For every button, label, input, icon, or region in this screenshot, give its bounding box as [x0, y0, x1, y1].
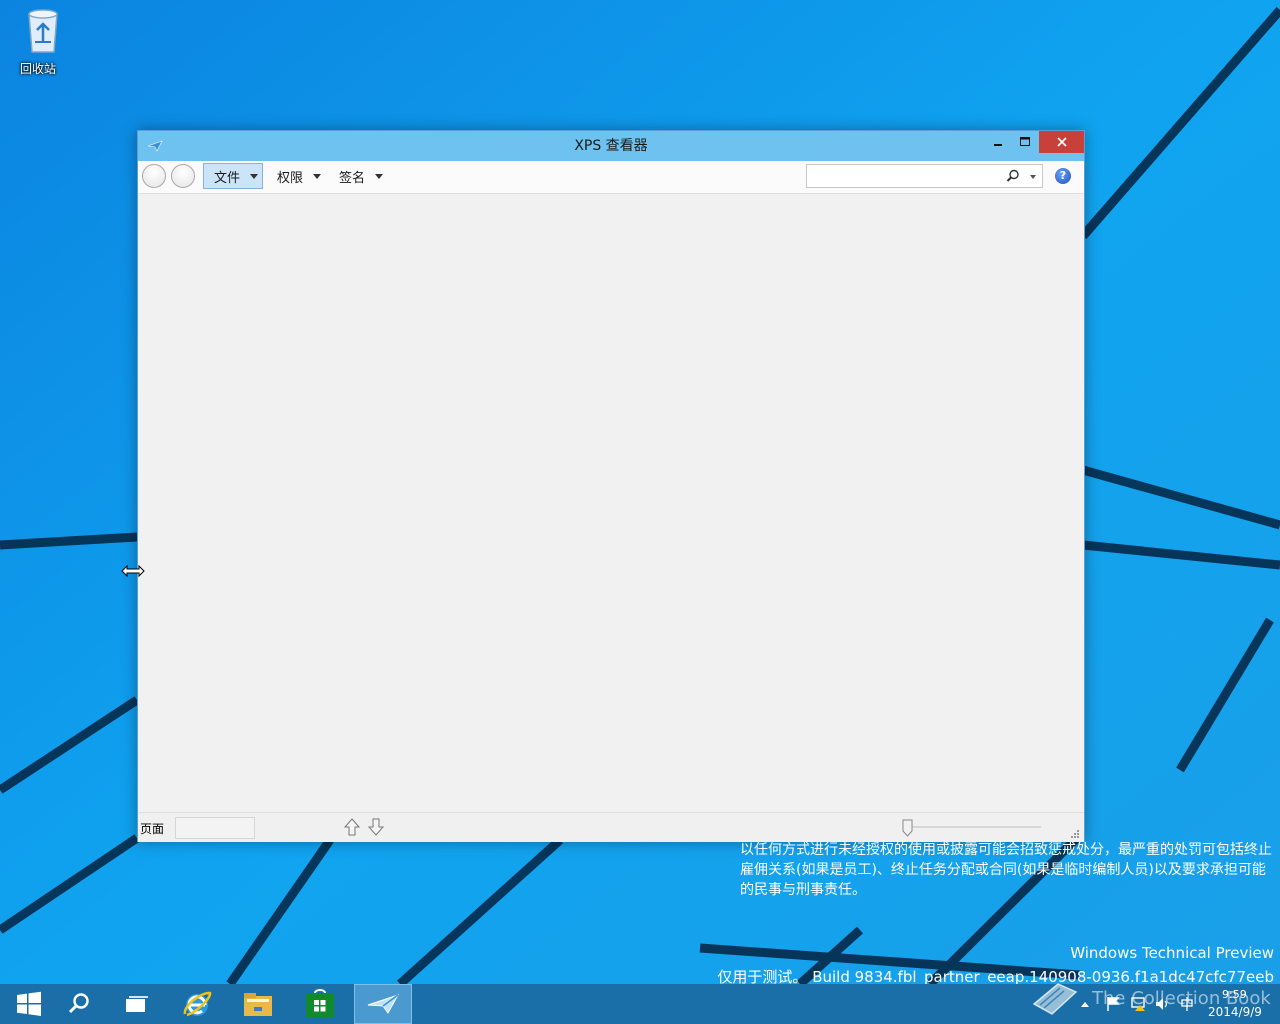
internet-explorer-button[interactable] [168, 984, 226, 1024]
search-box [806, 164, 1043, 188]
minimize-button[interactable] [986, 131, 1010, 153]
search-input[interactable] [809, 167, 1003, 187]
chevron-down-icon [313, 173, 322, 179]
xps-viewer-taskbar-button[interactable] [354, 984, 412, 1024]
recycle-bin-shortcut[interactable]: 回收站 [8, 6, 68, 77]
taskbar-search-button[interactable] [50, 984, 108, 1024]
status-bar: 页面 [138, 812, 1084, 842]
file-explorer-button[interactable] [229, 984, 287, 1024]
back-button[interactable] [142, 164, 166, 188]
zoom-slider-track[interactable] [908, 826, 1041, 828]
confidential-warning-text: 以任何方式进行未经授权的使用或披露可能会招致惩戒处分，最严重的处罚可包括终止雇佣… [740, 842, 1272, 898]
menu-permissions[interactable]: 权限 [273, 163, 322, 189]
build-watermark: Windows Technical Preview 仅用于测试。 Build 9… [717, 941, 1274, 989]
show-hidden-icons-icon[interactable] [1080, 1000, 1090, 1008]
menu-signature-label: 签名 [339, 170, 366, 186]
zoom-slider-thumb[interactable] [902, 819, 913, 837]
xps-viewer-icon [367, 994, 400, 1014]
menu-file-label: 文件 [214, 170, 241, 186]
task-view-button[interactable] [108, 984, 166, 1024]
store-button[interactable] [291, 984, 349, 1024]
minimize-icon [994, 144, 1002, 146]
resize-grip-icon[interactable] [1070, 829, 1080, 839]
maximize-icon [1020, 137, 1030, 146]
menu-file[interactable]: 文件 [203, 163, 263, 189]
xps-viewer-window[interactable]: XPS 查看器 文件 权限 签名 ? 页面 [137, 130, 1085, 842]
title-bar[interactable]: XPS 查看器 [138, 131, 1084, 161]
windows-logo-icon [17, 991, 41, 1016]
store-icon [306, 989, 334, 1018]
arrow-up-icon[interactable] [344, 818, 360, 836]
close-button[interactable] [1039, 131, 1084, 153]
forward-button[interactable] [171, 164, 195, 188]
document-area[interactable] [138, 194, 1084, 812]
close-icon [1056, 137, 1067, 147]
internet-explorer-icon [183, 991, 212, 1017]
collection-book-logo-icon [1032, 983, 1078, 1015]
search-icon[interactable] [1006, 169, 1020, 183]
resize-cursor-icon [121, 565, 145, 577]
page-number-input[interactable] [175, 817, 255, 839]
chevron-down-icon [375, 173, 384, 179]
maximize-button[interactable] [1012, 131, 1038, 153]
arrow-down-icon[interactable] [368, 818, 384, 836]
chevron-down-icon [250, 173, 259, 179]
recycle-bin-icon [28, 9, 58, 53]
search-options-chevron-icon[interactable] [1030, 175, 1036, 179]
search-icon [68, 993, 89, 1014]
command-bar: 文件 权限 签名 ? [138, 161, 1084, 194]
folder-icon [244, 993, 272, 1016]
collection-book-watermark: The Collection Book [1092, 988, 1271, 1009]
menu-permissions-label: 权限 [277, 170, 304, 186]
taskbar: 9:59 2014/9/9 [0, 984, 1280, 1024]
page-label: 页面 [140, 822, 165, 836]
build-line-1: Windows Technical Preview [1070, 944, 1274, 962]
recycle-bin-label: 回收站 [19, 62, 56, 76]
help-icon[interactable]: ? [1055, 168, 1071, 184]
menu-signature[interactable]: 签名 [335, 163, 384, 189]
task-view-icon [126, 996, 148, 1012]
window-title: XPS 查看器 [574, 138, 648, 154]
